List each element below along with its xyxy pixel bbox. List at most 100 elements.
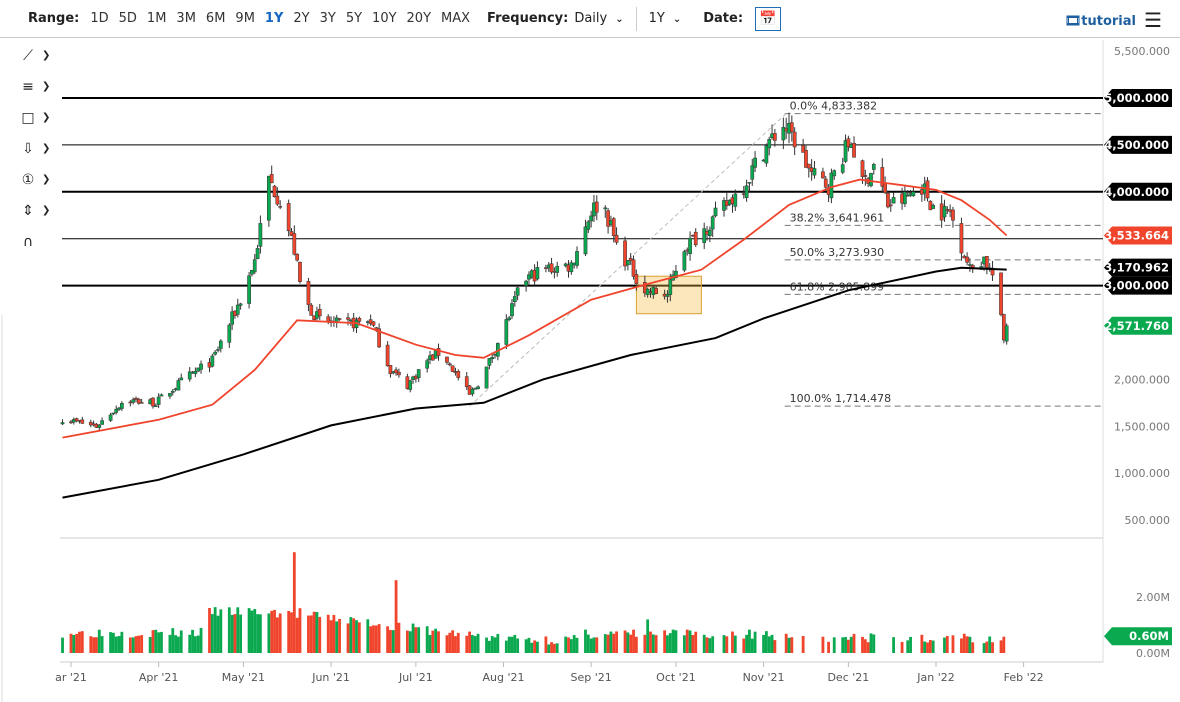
candle-up (156, 396, 161, 405)
candle-down (792, 131, 797, 148)
candle-up (942, 206, 947, 218)
volume-bar (154, 629, 158, 653)
level-badge: 4,500.000 (1104, 138, 1169, 152)
volume-bar (708, 638, 712, 653)
volume-bar (120, 631, 124, 653)
volume-bar (606, 634, 610, 653)
volume-bar (589, 638, 593, 653)
volume-bar (95, 637, 98, 653)
volume-bar (117, 636, 121, 653)
volume-bar (349, 617, 353, 653)
time-tick-label: Sep '21 (571, 671, 612, 684)
time-tick-label: Dec '21 (827, 671, 869, 684)
volume-bar (569, 639, 573, 653)
volume-bar (236, 607, 240, 653)
candle-down (269, 174, 274, 184)
candle-up (747, 182, 752, 184)
volume-bar (787, 637, 791, 653)
candle-up (218, 340, 223, 349)
volume-bar (510, 636, 514, 653)
volume-bar (490, 636, 494, 653)
volume-bar (960, 638, 963, 653)
volume-bar (267, 613, 271, 653)
candle-up (216, 349, 220, 351)
candle-up (871, 164, 876, 170)
volume-bar (629, 634, 633, 653)
volume-bar (928, 639, 932, 653)
volume-bar (114, 636, 118, 653)
volume-bar (846, 639, 850, 653)
volume-bar (841, 637, 845, 653)
volume-bar (552, 643, 556, 653)
volume-bar (357, 622, 361, 653)
volume-bar (801, 636, 805, 653)
volume-bar (411, 623, 415, 653)
candle-up (626, 260, 630, 266)
volume-bar (258, 614, 262, 653)
volume-bar (298, 608, 302, 653)
candle-down (445, 356, 449, 363)
candle-up (708, 229, 712, 236)
volume-bar (137, 635, 141, 653)
volume-bar (295, 617, 299, 653)
candle-up (153, 405, 158, 408)
time-tick-label: Jul '21 (398, 671, 433, 684)
volume-bar (906, 640, 910, 653)
candle-up (176, 380, 181, 391)
candle-up (408, 380, 413, 390)
price-tick-label: 1,000.000 (1114, 467, 1170, 480)
candle-up (524, 280, 528, 286)
volume-bar (674, 630, 678, 653)
fib-label: 0.0% 4,833.382 (790, 100, 877, 113)
candle-up (512, 296, 517, 303)
time-tick-label: Nov '21 (743, 671, 785, 684)
volume-bar (643, 634, 647, 653)
candle-up (911, 191, 916, 197)
candle-down (863, 175, 868, 177)
volume-bar (208, 608, 211, 653)
volume-bar (945, 636, 949, 653)
volume-bar (405, 630, 409, 653)
candle-up (515, 287, 520, 296)
candle-up (108, 414, 113, 421)
volume-bar (485, 637, 488, 653)
candle-down (337, 318, 342, 320)
volume-bar (199, 627, 203, 653)
volume-bar (391, 630, 395, 653)
candle-up (252, 259, 257, 273)
volume-bar (213, 607, 217, 653)
volume-bar (863, 639, 867, 653)
price-chart[interactable]: 0.0% 4,833.382 38.2% 3,641.961 50.0% 3,273… (0, 0, 1180, 702)
volume-bar (725, 636, 729, 653)
volume-bar (148, 637, 152, 653)
volume-bar (742, 638, 746, 653)
volume-bar (431, 630, 435, 653)
candle-down (278, 206, 283, 208)
level-badge: 3,000.000 (1104, 279, 1169, 293)
candle-up (213, 351, 218, 355)
volume-bar (216, 615, 220, 653)
candle-up (97, 424, 102, 428)
volume-bar (646, 619, 650, 653)
volume-bar (861, 636, 864, 653)
candle-up (555, 266, 560, 273)
fib-label: 50.0% 3,273.930 (790, 246, 884, 259)
volume-bar (733, 635, 737, 653)
volume-bar (366, 619, 370, 653)
volume-bar (971, 642, 975, 653)
volume-bar (962, 633, 966, 653)
volume-bar (592, 637, 596, 653)
volume-bar (352, 618, 356, 653)
volume-bar (762, 634, 765, 653)
volume-bar (654, 635, 658, 653)
candle-up (688, 237, 692, 254)
candle-down (614, 234, 619, 243)
volume-bar (227, 607, 231, 653)
volume-bar (377, 624, 381, 653)
volume-tick-label: 0.00M (1136, 647, 1170, 660)
volume-bar (722, 635, 726, 653)
candle-up (829, 172, 834, 199)
volume-bar (290, 612, 293, 653)
candle-down (821, 171, 825, 179)
candle-up (1004, 325, 1009, 342)
